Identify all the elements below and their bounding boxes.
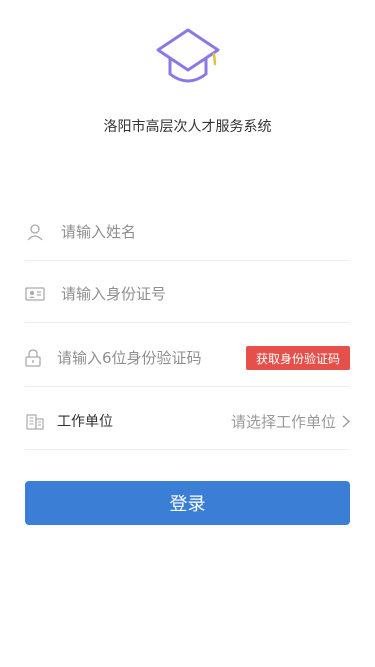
name-input[interactable] bbox=[61, 217, 350, 247]
building-icon bbox=[25, 411, 45, 431]
app-title: 洛阳市高层次人才服务系统 bbox=[103, 119, 272, 135]
code-input[interactable] bbox=[57, 343, 251, 373]
chevron-right-icon bbox=[342, 414, 350, 428]
name-field-row[interactable] bbox=[25, 204, 350, 261]
unit-label: 工作单位 bbox=[57, 414, 113, 430]
unit-field-row[interactable]: 工作单位 请选择工作单位 bbox=[25, 393, 350, 450]
get-code-button[interactable]: 获取身份验证码 bbox=[246, 346, 350, 370]
graduation-cap-logo-icon bbox=[156, 28, 220, 83]
code-field-row[interactable]: 获取身份验证码 bbox=[25, 330, 350, 387]
login-button[interactable]: 登录 bbox=[25, 481, 350, 525]
id-card-icon bbox=[25, 284, 45, 304]
unit-select[interactable]: 请选择工作单位 bbox=[231, 393, 350, 449]
id-card-input[interactable] bbox=[61, 279, 350, 309]
unit-select-placeholder: 请选择工作单位 bbox=[230, 412, 336, 431]
lock-icon bbox=[25, 348, 41, 368]
user-icon bbox=[25, 222, 45, 242]
id-card-field-row[interactable] bbox=[25, 266, 350, 323]
